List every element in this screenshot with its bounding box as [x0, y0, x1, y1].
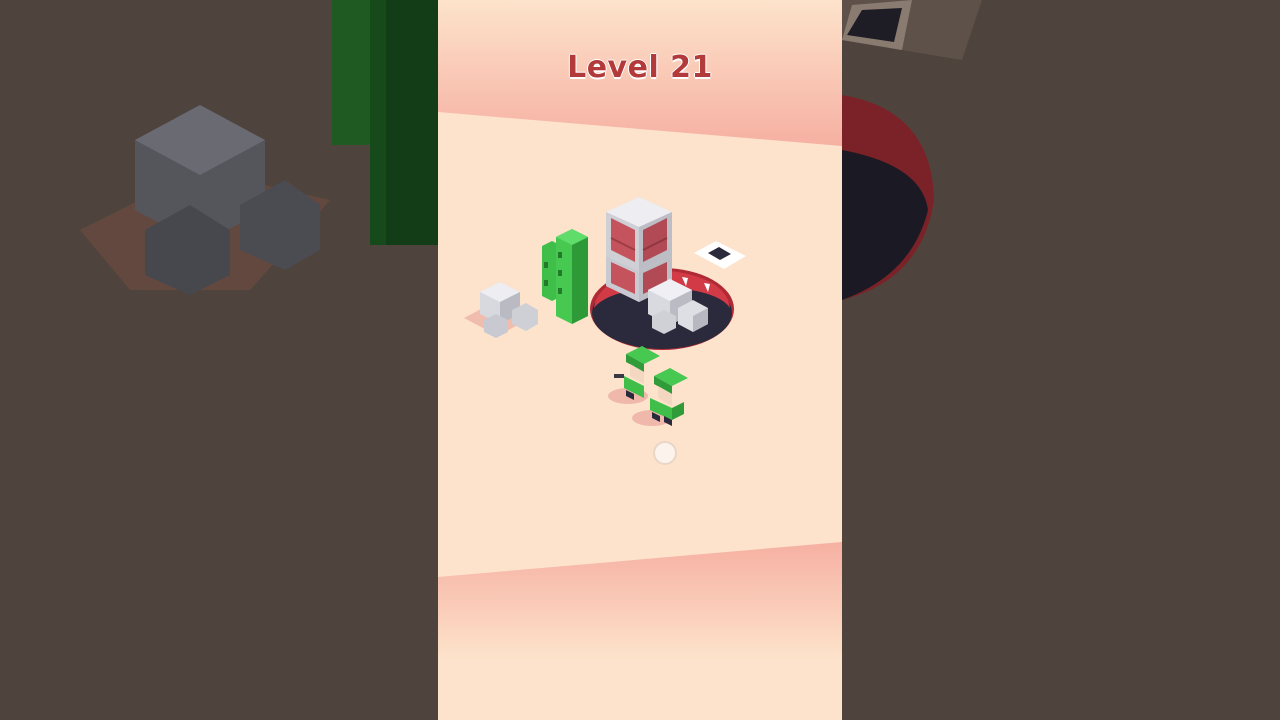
touch-indicator[interactable] — [653, 441, 677, 465]
background-blur-left — [0, 0, 438, 720]
level-title: Level 21 — [567, 50, 713, 85]
game-viewport[interactable]: Level 21 — [438, 0, 842, 720]
background-blur-right — [842, 0, 1280, 720]
